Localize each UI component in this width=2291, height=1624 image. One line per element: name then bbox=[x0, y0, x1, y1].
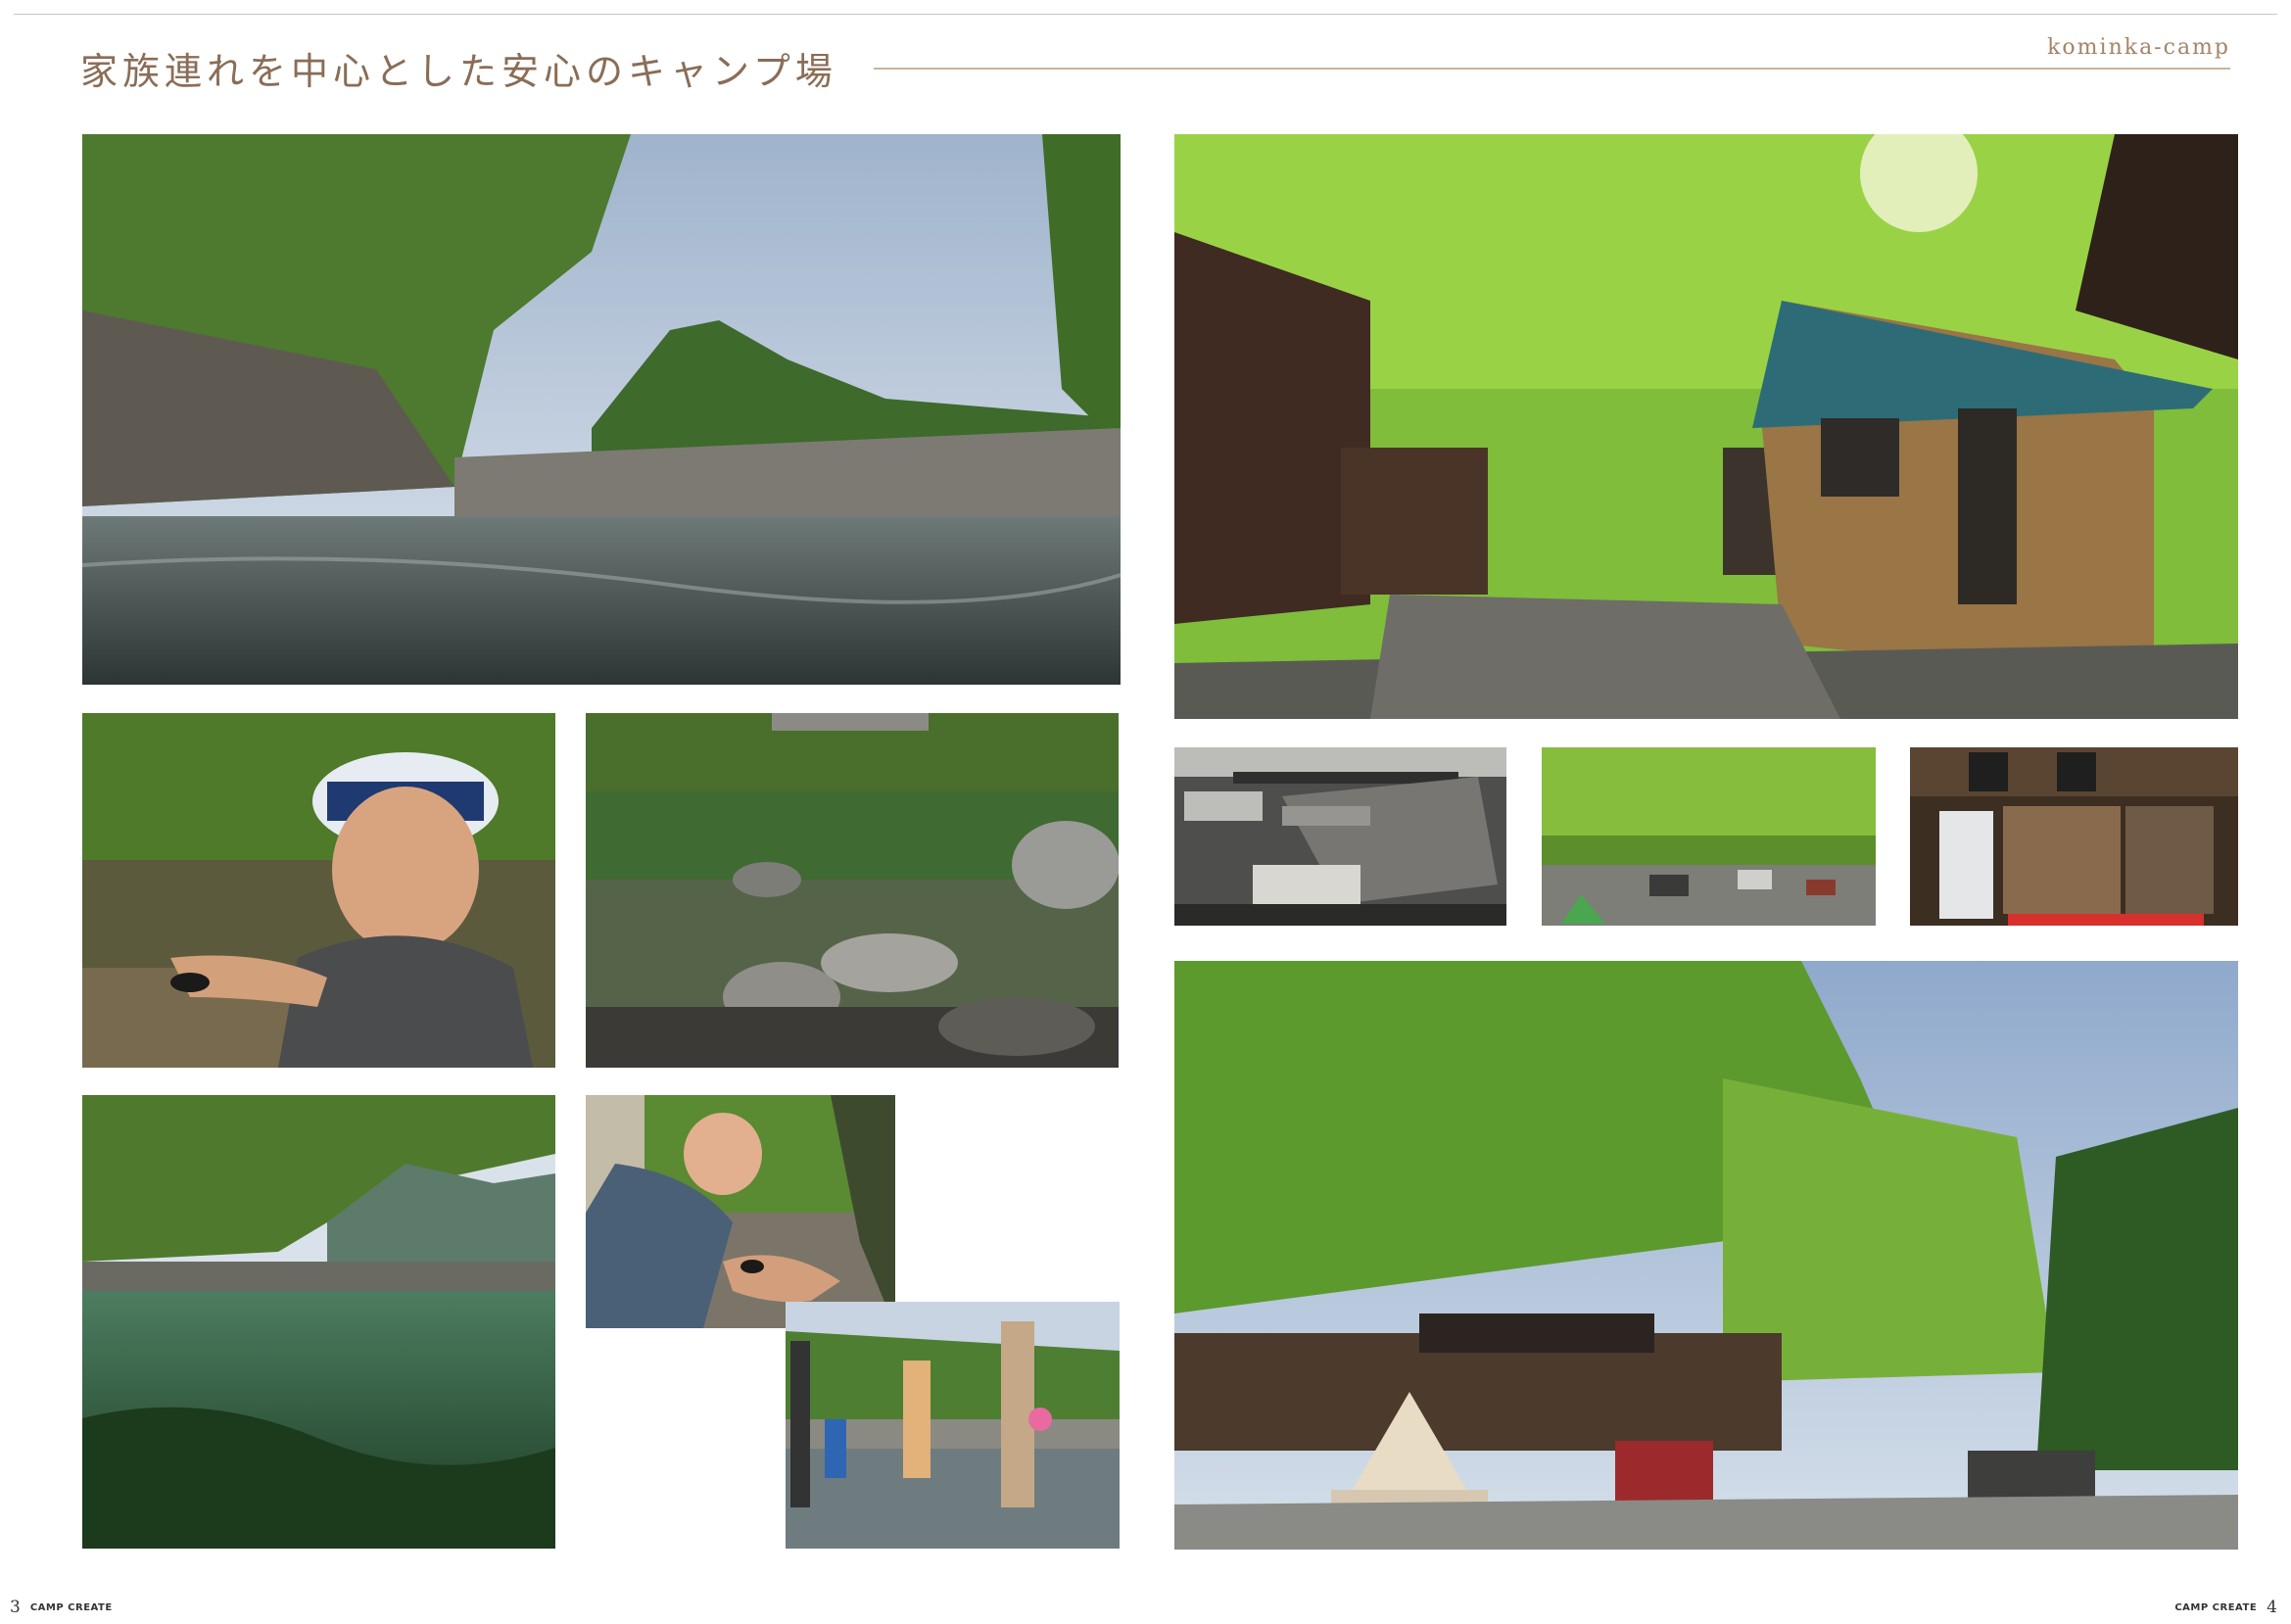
footer-left: 3 CAMP CREATE bbox=[10, 1598, 113, 1617]
river-rocks-photo bbox=[586, 713, 1119, 1068]
page-title: 家族連れを中心とした安心のキャンプ場 bbox=[80, 50, 837, 93]
brand-logo-left: CAMP CREATE bbox=[29, 1601, 113, 1613]
footer-right: CAMP CREATE 4 bbox=[2174, 1598, 2277, 1617]
left-page-number: 3 bbox=[10, 1598, 21, 1617]
bell-tent-camp-photo bbox=[1174, 961, 2238, 1550]
cabins-under-trees-photo bbox=[1174, 134, 2238, 719]
brand-logo-right: CAMP CREATE bbox=[2174, 1601, 2258, 1613]
river-landscape-photo bbox=[82, 134, 1121, 685]
baby-hands-photo bbox=[586, 1095, 895, 1328]
bbq-area-photo bbox=[1174, 747, 1506, 926]
campsite-cars-photo bbox=[1542, 747, 1876, 926]
boy-holding-creature-photo bbox=[82, 713, 555, 1068]
right-page-number: 4 bbox=[2267, 1598, 2277, 1617]
family-in-river-photo bbox=[786, 1302, 1120, 1549]
section-tag: kominka-camp bbox=[2047, 35, 2230, 60]
title-rule bbox=[874, 68, 2230, 70]
camp-shop-photo bbox=[1910, 747, 2238, 926]
underwater-river-photo bbox=[82, 1095, 555, 1549]
